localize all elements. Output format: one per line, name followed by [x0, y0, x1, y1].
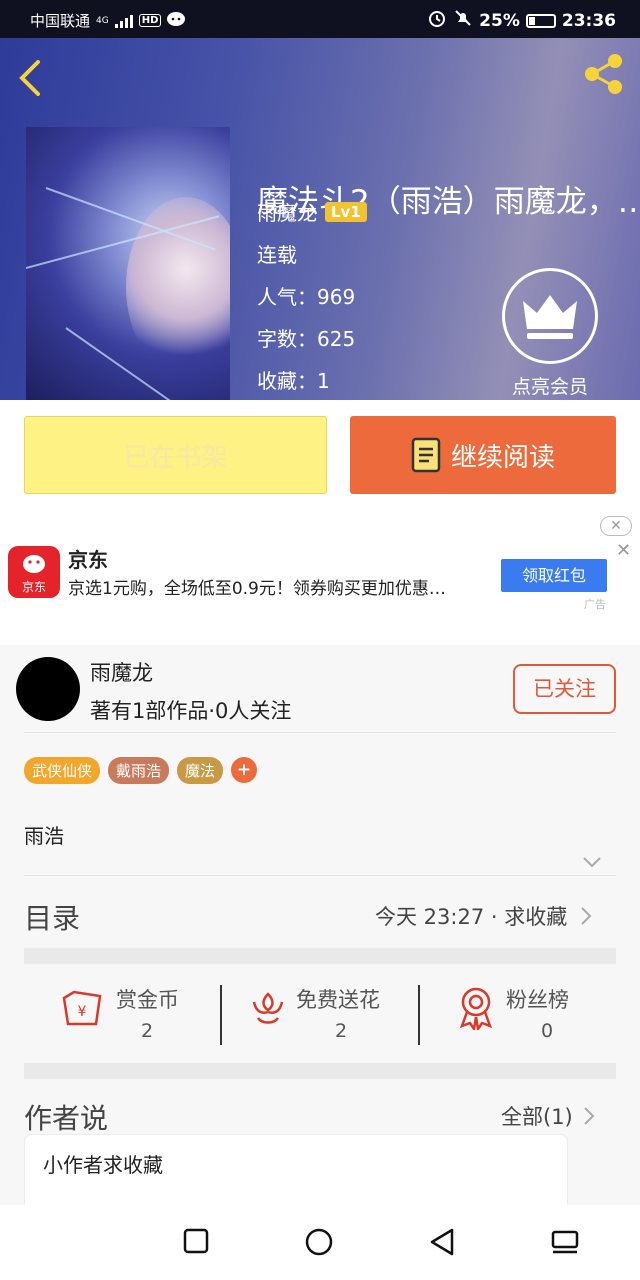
ad-description: 京选1元购，全场低至0.9元！领券购买更加优惠…	[68, 579, 446, 599]
stat-value: 2	[334, 1020, 348, 1042]
signal-icon	[114, 14, 133, 28]
ad-mark: 广告	[584, 598, 606, 611]
tag-list: 武侠仙侠 戴雨浩 魔法 +	[24, 757, 258, 784]
chevron-right-icon	[581, 907, 592, 925]
alarm-icon	[427, 8, 447, 33]
stat-value: 2	[140, 1020, 154, 1042]
section-divider	[24, 948, 616, 964]
network-label: 4G	[96, 15, 109, 26]
stat-label: 免费送花	[296, 988, 380, 1012]
vip-button[interactable]	[502, 268, 598, 364]
tag[interactable]: 魔法	[177, 757, 224, 784]
author-message: 小作者求收藏	[43, 1153, 163, 1177]
wechat-icon	[167, 11, 187, 31]
ad-logo: 京东	[8, 546, 60, 598]
ad-title: 京东	[68, 548, 108, 572]
chevron-right-icon	[584, 1107, 595, 1125]
ad-close-pill[interactable]: ✕	[600, 516, 632, 536]
ad-cta-button[interactable]: 领取红包	[501, 559, 607, 592]
continue-reading-button[interactable]: 继续阅读	[350, 416, 616, 494]
book-details: 雨魔龙 著有1部作品·0人关注 已关注 武侠仙侠 戴雨浩 魔法 + 雨浩 目录 …	[0, 645, 640, 1214]
author-says-all-label: 全部(1)	[501, 1105, 573, 1129]
expand-intro-button[interactable]	[582, 853, 602, 872]
clock: 23:36	[561, 10, 616, 31]
chevron-down-icon	[583, 857, 601, 868]
popularity: 人气：969	[257, 285, 356, 309]
carrier-label: 中国联通	[30, 12, 91, 30]
share-button[interactable]	[582, 52, 626, 100]
chevron-left-icon	[19, 60, 40, 96]
home-icon[interactable]	[305, 1228, 333, 1256]
book-intro: 雨浩	[24, 824, 64, 848]
divider	[24, 875, 616, 876]
toc-update-text: 今天 23:27 · 求收藏	[375, 905, 568, 929]
author-card-name[interactable]: 雨魔龙	[90, 657, 153, 687]
author-name[interactable]: 雨魔龙	[257, 201, 317, 225]
book-header: 魔法斗2（雨浩）雨魔龙，… 雨魔龙 Lv1 连载 人气：969 字数：625 收藏…	[0, 38, 640, 400]
dog-icon	[23, 555, 45, 573]
back-nav-icon[interactable]	[430, 1228, 454, 1256]
battery-icon	[525, 13, 556, 28]
divider	[220, 985, 222, 1045]
hd-badge: HD	[138, 14, 162, 27]
stat-label: 粉丝榜	[506, 988, 569, 1012]
level-badge: Lv1	[325, 202, 367, 222]
author-says-title: 作者说	[24, 1102, 109, 1135]
add-tag-button[interactable]: +	[231, 757, 258, 783]
send-flowers[interactable]: 免费送花 2	[248, 980, 438, 1060]
book-cover[interactable]	[26, 127, 230, 400]
action-buttons: 已在书架 继续阅读	[0, 400, 640, 510]
system-nav-bar	[0, 1205, 640, 1280]
stat-label: 赏金币	[116, 988, 179, 1012]
stat-value: 0	[540, 1020, 554, 1042]
avatar[interactable]	[16, 657, 80, 721]
ad-banner[interactable]: ✕ ✕ 京东 京东 京选1元购，全场低至0.9元！领券购买更加优惠… 领取红包 …	[0, 510, 640, 645]
recent-apps-icon[interactable]	[183, 1228, 209, 1254]
favorites-count: 收藏：1	[257, 369, 330, 393]
on-shelf-button[interactable]: 已在书架	[24, 416, 327, 494]
section-divider	[24, 1063, 616, 1079]
toc-title[interactable]: 目录	[24, 897, 80, 937]
fan-ranking[interactable]: 粉丝榜 0	[456, 980, 640, 1060]
battery-level: 25%	[479, 10, 520, 31]
toc-update[interactable]: 今天 23:27 · 求收藏	[375, 901, 592, 931]
ad-logo-text: 京东	[21, 580, 46, 594]
follow-button[interactable]: 已关注	[513, 664, 616, 714]
close-icon[interactable]: ✕	[616, 540, 631, 561]
author-line: 雨魔龙 Lv1	[257, 197, 367, 226]
author-says-all[interactable]: 全部(1)	[501, 1101, 595, 1131]
crown-icon	[523, 295, 577, 339]
tag[interactable]: 戴雨浩	[108, 757, 170, 784]
continue-reading-label: 继续阅读	[450, 442, 555, 473]
word-count: 字数：625	[257, 327, 356, 351]
menu-icon[interactable]	[551, 1230, 579, 1254]
divider	[24, 732, 616, 733]
back-button[interactable]	[18, 60, 42, 96]
svg-text:¥: ¥	[78, 1004, 87, 1020]
mute-icon	[453, 8, 473, 33]
nav-buttons	[183, 1228, 579, 1256]
share-icon	[585, 54, 622, 94]
book-status: 连载	[257, 243, 297, 267]
divider	[418, 985, 420, 1045]
status-bar: 中国联通 4G HD 25% 23:36	[0, 0, 640, 38]
author-message-card[interactable]: 小作者求收藏	[24, 1134, 568, 1214]
author-card-stats: 著有1部作品·0人关注	[90, 699, 292, 723]
book-icon	[411, 437, 441, 473]
vip-label[interactable]: 点亮会员	[494, 372, 606, 399]
tag[interactable]: 武侠仙侠	[24, 757, 101, 784]
